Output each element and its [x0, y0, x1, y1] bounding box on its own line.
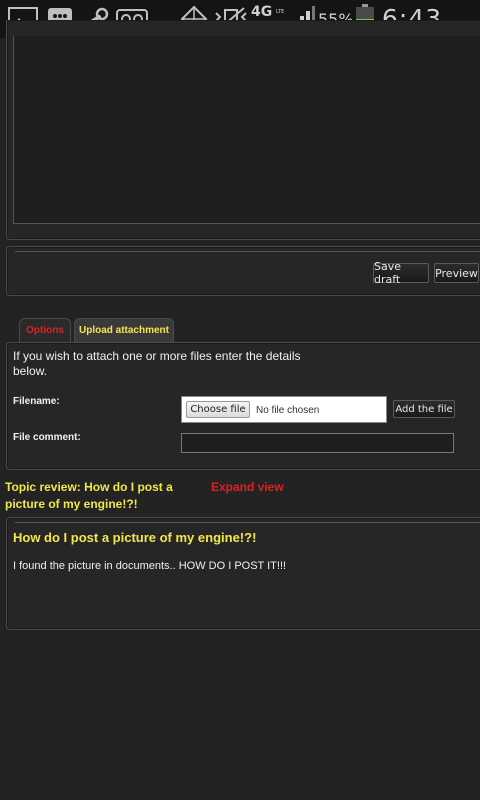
- file-comment-label: File comment:: [13, 432, 81, 443]
- add-file-button[interactable]: Add the file: [393, 400, 455, 418]
- editor-panel: [6, 20, 480, 240]
- file-comment-input[interactable]: [181, 433, 454, 453]
- file-input[interactable]: Choose file No file chosen: [181, 396, 387, 423]
- post-title[interactable]: How do I post a picture of my engine!?!: [13, 530, 256, 545]
- network-type-label: 4G: [251, 4, 273, 20]
- tab-upload-attachment[interactable]: Upload attachment: [74, 318, 174, 342]
- post-body: I found the picture in documents.. HOW D…: [13, 560, 287, 572]
- expand-view-link[interactable]: Expand view: [211, 479, 284, 496]
- save-draft-button[interactable]: Save draft: [373, 260, 429, 286]
- divider: [15, 251, 480, 252]
- divider: [15, 522, 480, 523]
- upload-instructions: If you wish to attach one or more files …: [13, 349, 301, 378]
- tab-options[interactable]: Options: [19, 318, 71, 342]
- topic-review-heading: Topic review: How do I post a picture of…: [5, 480, 173, 511]
- no-file-chosen-text: No file chosen: [256, 405, 320, 416]
- filename-label: Filename:: [13, 396, 60, 407]
- submit-bar: Save draft Preview: [6, 246, 480, 296]
- post-panel: How do I post a picture of my engine!?! …: [6, 517, 480, 630]
- network-sub-label: LTE: [276, 9, 285, 15]
- upload-panel: If you wish to attach one or more files …: [6, 342, 480, 470]
- preview-button[interactable]: Preview: [434, 263, 479, 283]
- choose-file-button[interactable]: Choose file: [186, 401, 250, 418]
- message-textarea[interactable]: [13, 36, 480, 224]
